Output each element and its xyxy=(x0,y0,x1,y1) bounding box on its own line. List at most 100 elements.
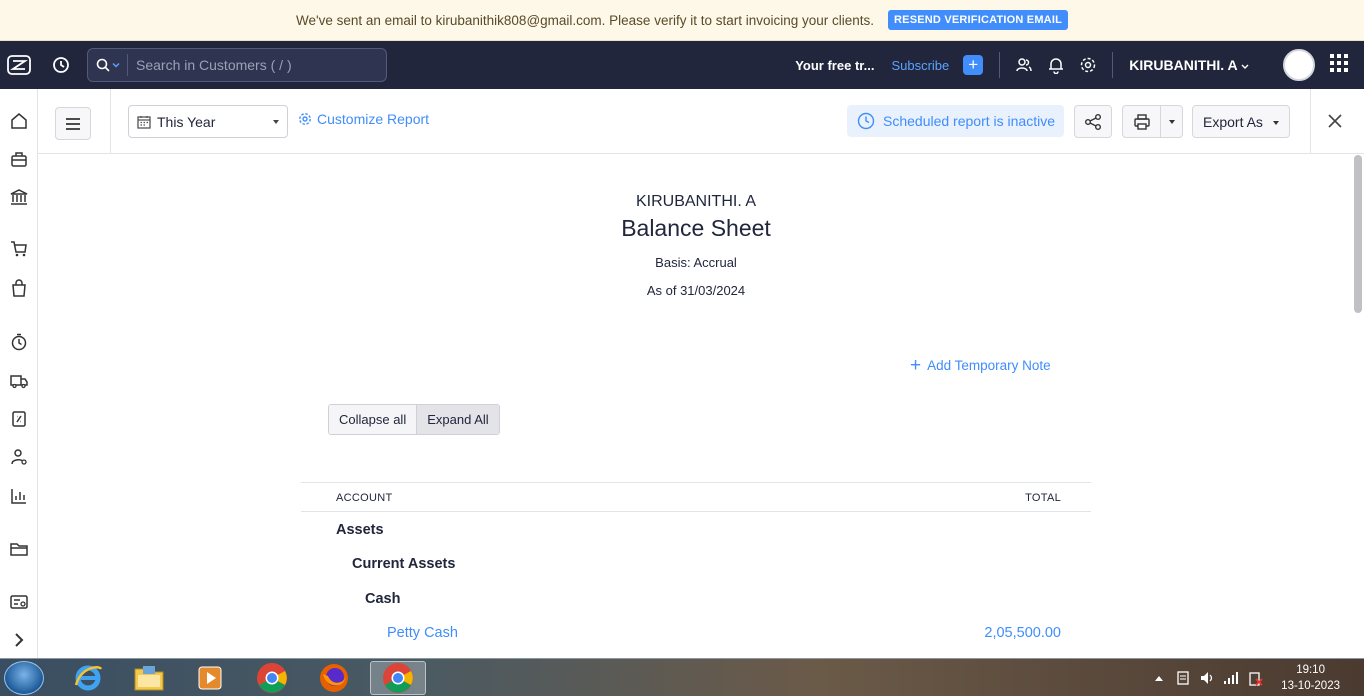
documents-folder-icon[interactable] xyxy=(9,539,29,559)
row-petty-cash-total[interactable]: 2,05,500.00 xyxy=(984,625,1061,641)
expand-sidebar-chevron-icon[interactable] xyxy=(9,630,29,650)
resend-verification-button[interactable]: RESEND VERIFICATION EMAIL xyxy=(888,10,1069,30)
collapse-all-button[interactable]: Collapse all xyxy=(329,405,417,434)
left-sidebar xyxy=(0,89,38,658)
row-assets[interactable]: Assets xyxy=(336,522,384,538)
report-organization: KIRUBANITHI. A xyxy=(635,193,757,210)
media-player-icon[interactable] xyxy=(184,661,236,695)
period-dropdown[interactable]: This Year xyxy=(128,105,288,138)
caret-down-icon xyxy=(1168,119,1175,124)
clock-time: 19:10 xyxy=(1296,664,1325,676)
search-icon[interactable] xyxy=(88,54,128,76)
report-title: Balance Sheet xyxy=(621,215,771,241)
export-as-label: Export As xyxy=(1203,113,1263,130)
period-value: This Year xyxy=(157,113,216,130)
settings-gear-icon[interactable] xyxy=(1072,56,1104,74)
network-signal-icon[interactable] xyxy=(1219,671,1243,685)
trial-text: Your free tr... xyxy=(795,57,875,73)
column-header-total: TOTAL xyxy=(1025,492,1061,504)
clock-date: 13-10-2023 xyxy=(1281,680,1340,692)
collapse-expand-group: Collapse all Expand All xyxy=(328,404,500,435)
export-as-button[interactable]: Export As xyxy=(1192,105,1290,138)
banner-message: We've sent an email to kirubanithik808@g… xyxy=(295,12,875,28)
user-avatar[interactable] xyxy=(1283,49,1315,81)
battery-icon[interactable] xyxy=(1243,670,1267,686)
toolbar-divider-2 xyxy=(1310,89,1311,153)
scheduled-report-label: Scheduled report is inactive xyxy=(883,113,1055,129)
chrome-active-window-icon[interactable] xyxy=(370,661,426,695)
report-basis: Basis: Accrual xyxy=(655,255,737,270)
items-icon[interactable] xyxy=(9,149,29,169)
share-icon xyxy=(1085,113,1101,130)
customize-report-label: Customize Report xyxy=(317,111,430,127)
add-temporary-note-label: Add Temporary Note xyxy=(927,358,1051,373)
org-name: KIRUBANITHI. A xyxy=(1129,57,1238,73)
report-menu-button[interactable] xyxy=(55,107,91,140)
print-button-group xyxy=(1122,105,1183,138)
printer-icon xyxy=(1133,113,1150,130)
caret-down-icon xyxy=(273,120,279,124)
report-body: KIRUBANITHI. A Balance Sheet Basis: Accr… xyxy=(38,154,1352,658)
row-cash[interactable]: Cash xyxy=(365,591,400,607)
home-icon[interactable] xyxy=(9,111,29,131)
column-header-account: ACCOUNT xyxy=(336,492,393,504)
organization-switcher[interactable]: KIRUBANITHI. A xyxy=(1129,57,1249,73)
share-button[interactable] xyxy=(1074,105,1112,138)
sales-cart-icon[interactable] xyxy=(9,239,29,259)
scheduled-report-status[interactable]: Scheduled report is inactive xyxy=(847,105,1064,137)
time-tracking-icon[interactable] xyxy=(9,332,29,352)
quick-create-button[interactable]: + xyxy=(963,55,984,75)
expand-all-button[interactable]: Expand All xyxy=(416,405,499,434)
internet-explorer-icon[interactable] xyxy=(62,661,114,695)
row-current-assets[interactable]: Current Assets xyxy=(352,556,455,572)
purchases-bag-icon[interactable] xyxy=(9,278,29,298)
reports-bar-chart-icon[interactable] xyxy=(9,486,29,506)
firefox-icon[interactable] xyxy=(308,661,360,695)
action-center-icon[interactable] xyxy=(1171,670,1195,686)
customize-report-link[interactable]: Customize Report xyxy=(298,111,429,127)
chevron-down-icon xyxy=(1241,64,1249,69)
tax-document-icon[interactable] xyxy=(9,409,29,429)
gear-icon xyxy=(299,113,311,125)
nav-right-group: Your free tr... Subscribe + KIRUBANITHI.… xyxy=(795,41,1364,89)
system-clock[interactable]: 19:10 13-10-2023 xyxy=(1281,662,1340,694)
clock-icon xyxy=(857,112,875,130)
configure-icon[interactable] xyxy=(9,592,29,612)
close-icon[interactable] xyxy=(1327,113,1343,129)
report-toolbar: This Year Customize Report Scheduled rep… xyxy=(38,89,1364,154)
calendar-icon xyxy=(137,115,151,129)
windows-taskbar: 19:10 13-10-2023 xyxy=(0,658,1364,696)
users-icon[interactable] xyxy=(1008,56,1040,74)
volume-icon[interactable] xyxy=(1195,670,1219,686)
verification-banner: We've sent an email to kirubanithik808@g… xyxy=(0,0,1364,41)
start-button[interactable] xyxy=(4,661,44,695)
plus-icon: + xyxy=(910,354,922,376)
hamburger-icon xyxy=(66,117,80,130)
app-grid-icon[interactable] xyxy=(1330,53,1348,77)
banking-icon[interactable] xyxy=(9,187,29,207)
delivery-truck-icon[interactable] xyxy=(9,371,29,391)
add-temporary-note-link[interactable]: + Add Temporary Note xyxy=(910,354,1051,376)
app-logo-icon[interactable] xyxy=(0,41,38,89)
search-box[interactable]: Search in Customers ( / ) xyxy=(87,48,387,82)
nav-divider-2 xyxy=(1112,52,1114,78)
chrome-icon[interactable] xyxy=(246,661,298,695)
print-options-caret[interactable] xyxy=(1161,106,1182,137)
subscribe-link[interactable]: Subscribe xyxy=(891,58,949,73)
search-input[interactable]: Search in Customers ( / ) xyxy=(128,57,292,73)
nav-divider xyxy=(999,52,1001,78)
recent-history-icon[interactable] xyxy=(38,55,84,75)
row-petty-cash-account[interactable]: Petty Cash xyxy=(387,625,458,641)
report-as-of-date: As of 31/03/2024 xyxy=(646,283,746,298)
report-scrollbar[interactable] xyxy=(1352,154,1364,658)
system-tray: 19:10 13-10-2023 xyxy=(1147,659,1364,697)
show-hidden-icons-icon[interactable] xyxy=(1147,674,1171,682)
print-button[interactable] xyxy=(1123,106,1161,137)
accountant-icon[interactable] xyxy=(9,447,29,467)
top-navigation: Search in Customers ( / ) Your free tr..… xyxy=(0,41,1364,89)
file-explorer-icon[interactable] xyxy=(123,661,175,695)
notification-bell-icon[interactable] xyxy=(1040,56,1072,74)
scrollbar-thumb[interactable] xyxy=(1354,155,1362,313)
table-header: ACCOUNT TOTAL xyxy=(301,482,1091,512)
caret-down-icon xyxy=(1273,121,1279,125)
